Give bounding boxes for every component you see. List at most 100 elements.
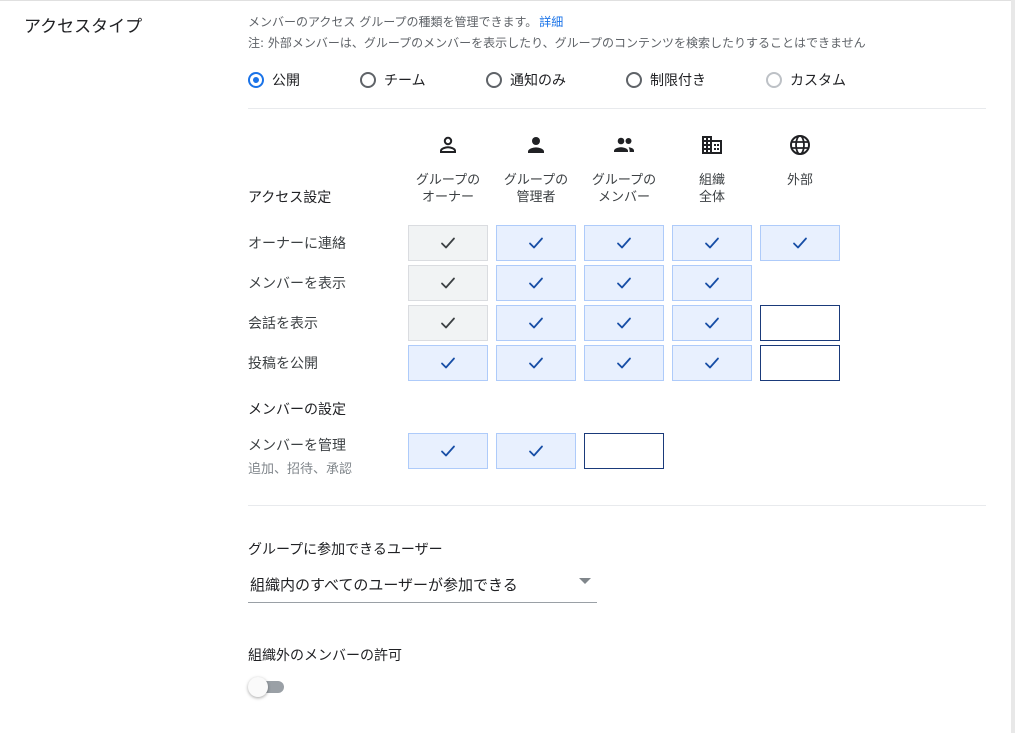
checkmark-icon xyxy=(705,277,719,289)
checkmark-icon xyxy=(617,237,631,249)
column-header-owners: グループの オーナー xyxy=(404,172,492,206)
checkmark-icon xyxy=(441,357,455,369)
checkmark-icon xyxy=(617,357,631,369)
row-label-view-conversations: 会話を表示 xyxy=(248,316,318,332)
divider xyxy=(248,108,986,109)
radio-public[interactable]: 公開 xyxy=(248,69,300,91)
column-header-line: 組織 xyxy=(698,173,725,188)
radio-circle[interactable] xyxy=(626,72,642,88)
external-members-note: 注: 外部メンバーは、グループのメンバーを表示したり、グループのコンテンツを検索… xyxy=(248,36,866,50)
checkmark-icon xyxy=(441,445,455,457)
column-header-line: メンバー xyxy=(597,190,650,205)
checkmark-icon xyxy=(705,237,719,249)
column-header-external: 外部 xyxy=(756,172,844,189)
access-type-radio-group: 公開 チーム 通知のみ 制限付き カスタム xyxy=(248,69,988,91)
checkmark-icon xyxy=(529,357,543,369)
allow-external-members-label: 組織外のメンバーの許可 xyxy=(248,648,402,664)
checkmark-icon xyxy=(705,317,719,329)
column-header-line: グループの xyxy=(503,173,569,188)
radio-circle[interactable] xyxy=(766,72,782,88)
radio-circle[interactable] xyxy=(360,72,376,88)
scrollbar-track[interactable] xyxy=(1011,0,1015,733)
permission-checkbox[interactable] xyxy=(584,433,664,469)
permission-checkbox[interactable] xyxy=(496,433,576,469)
permission-checkbox[interactable] xyxy=(496,345,576,381)
checkmark-icon xyxy=(705,357,719,369)
permission-checkbox[interactable] xyxy=(760,345,840,381)
permission-checkbox[interactable] xyxy=(672,305,752,341)
permission-checkbox[interactable] xyxy=(584,225,664,261)
permission-checkbox xyxy=(408,305,488,341)
permission-checkbox xyxy=(408,225,488,261)
radio-label: 公開 xyxy=(272,73,300,89)
section-title-access-type: アクセスタイプ xyxy=(24,17,143,37)
dropdown-arrow-icon[interactable] xyxy=(579,578,591,584)
allow-external-members-toggle[interactable] xyxy=(248,676,288,698)
toggle-knob[interactable] xyxy=(248,677,268,697)
radio-label: カスタム xyxy=(790,73,846,89)
member-settings-heading: メンバーの設定 xyxy=(248,402,346,418)
column-header-managers: グループの 管理者 xyxy=(492,172,580,206)
radio-circle[interactable] xyxy=(248,72,264,88)
top-border xyxy=(0,0,1015,1)
column-header-line: 管理者 xyxy=(516,190,556,205)
permission-checkbox[interactable] xyxy=(496,265,576,301)
checkmark-icon xyxy=(441,277,455,289)
access-settings-heading: アクセス設定 xyxy=(248,190,332,206)
column-header-line: グループの xyxy=(415,173,481,188)
description-text: メンバーのアクセス グループの種類を管理できます。 xyxy=(248,15,538,29)
row-sublabel-manage-members: 追加、招待、承認 xyxy=(248,462,353,477)
checkmark-icon xyxy=(441,237,455,249)
who-can-join-label: グループに参加できるユーザー xyxy=(248,542,443,558)
divider xyxy=(248,505,986,506)
row-label-publish-posts: 投稿を公開 xyxy=(248,356,318,372)
radio-team[interactable]: チーム xyxy=(360,69,426,91)
radio-circle[interactable] xyxy=(486,72,502,88)
permission-checkbox[interactable] xyxy=(496,305,576,341)
column-header-line: グループの xyxy=(591,173,657,188)
radio-label: 制限付き xyxy=(650,73,706,89)
column-header-members: グループの メンバー xyxy=(580,172,668,206)
people-icon xyxy=(614,137,634,152)
column-header-line: 全体 xyxy=(698,190,725,205)
checkmark-icon xyxy=(529,237,543,249)
row-label-view-members: メンバーを表示 xyxy=(248,276,346,292)
permission-checkbox[interactable] xyxy=(584,305,664,341)
radio-label: チーム xyxy=(384,73,426,89)
checkmark-icon xyxy=(617,317,631,329)
radio-announcement-only[interactable]: 通知のみ xyxy=(486,69,566,91)
person-icon xyxy=(528,137,544,153)
permission-checkbox[interactable] xyxy=(496,225,576,261)
access-type-description: メンバーのアクセス グループの種類を管理できます。 詳細 xyxy=(248,13,563,30)
checkmark-icon xyxy=(617,277,631,289)
radio-custom[interactable]: カスタム xyxy=(766,69,846,91)
who-can-join-select[interactable]: 組織内のすべてのユーザーが参加できる xyxy=(248,567,597,603)
details-link[interactable]: 詳細 xyxy=(539,15,563,29)
checkmark-icon xyxy=(441,317,455,329)
column-header-line: 外部 xyxy=(786,173,813,188)
checkmark-icon xyxy=(529,317,543,329)
checkmark-icon xyxy=(793,237,807,249)
permission-checkbox[interactable] xyxy=(584,265,664,301)
who-can-join-value: 組織内のすべてのユーザーが参加できる xyxy=(250,576,518,594)
radio-restricted[interactable]: 制限付き xyxy=(626,69,706,91)
permission-checkbox[interactable] xyxy=(584,345,664,381)
row-label-manage-members: メンバーを管理 xyxy=(248,438,346,454)
permission-checkbox[interactable] xyxy=(672,265,752,301)
row-label-contact-owners: オーナーに連絡 xyxy=(248,236,346,252)
column-header-line: オーナー xyxy=(421,190,474,205)
checkmark-icon xyxy=(529,277,543,289)
permission-checkbox[interactable] xyxy=(408,433,488,469)
permission-checkbox[interactable] xyxy=(760,305,840,341)
radio-label: 通知のみ xyxy=(510,73,566,89)
permission-checkbox xyxy=(408,265,488,301)
permission-checkbox[interactable] xyxy=(760,225,840,261)
building-icon xyxy=(702,136,722,154)
globe-icon xyxy=(790,135,810,155)
checkmark-icon xyxy=(529,445,543,457)
column-header-organization: 組織 全体 xyxy=(668,172,756,206)
permission-checkbox[interactable] xyxy=(672,225,752,261)
person-outline-icon xyxy=(440,136,456,153)
permission-checkbox[interactable] xyxy=(408,345,488,381)
permission-checkbox[interactable] xyxy=(672,345,752,381)
